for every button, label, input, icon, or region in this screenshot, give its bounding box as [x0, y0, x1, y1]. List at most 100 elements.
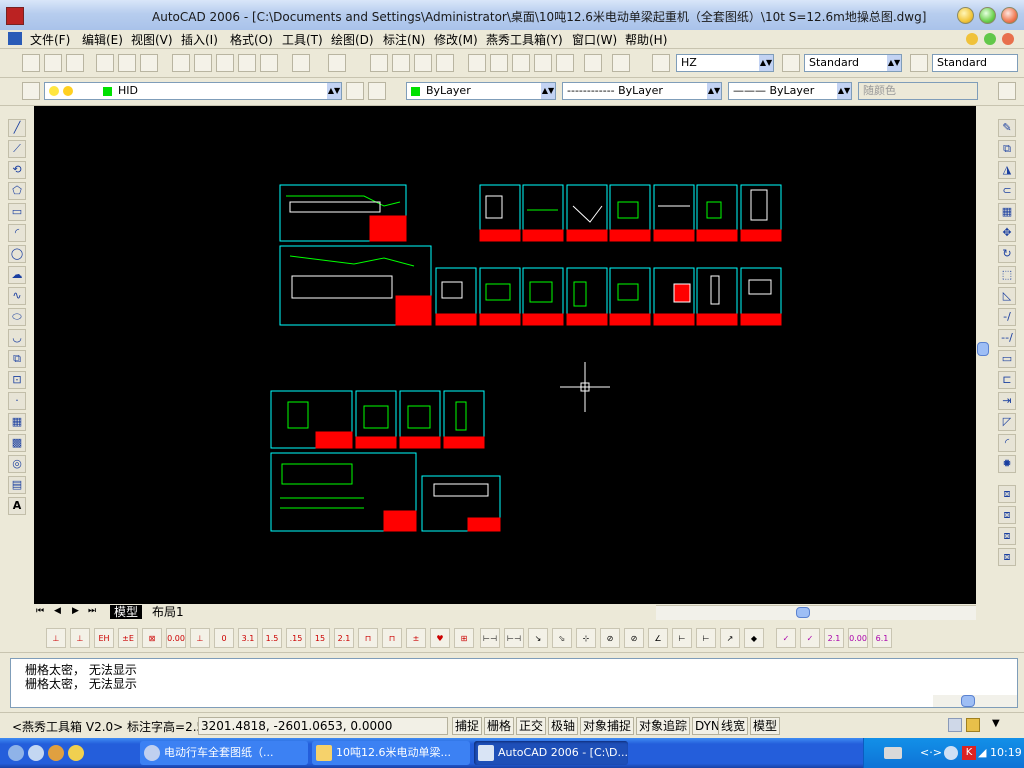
zoom-realtime-icon[interactable]: [392, 54, 410, 72]
construction-line-icon[interactable]: ⟋: [8, 140, 26, 158]
multiline-text-icon[interactable]: A: [8, 497, 26, 515]
scale-icon[interactable]: ⬚: [998, 266, 1016, 284]
horizontal-scroll-thumb[interactable]: [796, 607, 810, 618]
dim-leader-icon[interactable]: ↗: [720, 628, 740, 648]
dim-tool-icon[interactable]: ⊓: [382, 628, 402, 648]
dim-ordinate-icon[interactable]: ⬂: [552, 628, 572, 648]
dim-edit-icon[interactable]: ✓: [800, 628, 820, 648]
taskbar-item-drawings[interactable]: 电动行车全套图纸（...: [140, 741, 308, 765]
table-icon[interactable]: ▤: [8, 476, 26, 494]
status-menu-icon[interactable]: ▼: [992, 718, 1000, 729]
erase-icon[interactable]: ✎: [998, 119, 1016, 137]
toggle-grid[interactable]: 栅格: [484, 717, 515, 735]
dim-tool-icon[interactable]: ⊓: [358, 628, 378, 648]
offset-icon[interactable]: ⊂: [998, 182, 1016, 200]
layer-select[interactable]: HID ▲▼: [44, 82, 342, 100]
dim-tool-icon[interactable]: ⊥: [46, 628, 66, 648]
dim-tool-icon[interactable]: .15: [286, 628, 306, 648]
drawing-canvas[interactable]: [34, 106, 976, 604]
menu-dimension[interactable]: 标注(N): [383, 31, 425, 48]
doc-icon[interactable]: [8, 32, 22, 45]
dim-edit-icon[interactable]: 6.1: [872, 628, 892, 648]
break-at-point-icon[interactable]: ▭: [998, 350, 1016, 368]
doc-minimize-button[interactable]: [966, 33, 978, 45]
dim-tool-icon[interactable]: ±E: [118, 628, 138, 648]
hatch-icon[interactable]: ▦: [8, 413, 26, 431]
revision-cloud-icon[interactable]: ☁: [8, 266, 26, 284]
first-tab-button[interactable]: ⏮: [36, 606, 44, 616]
stretch-icon[interactable]: ◺: [998, 287, 1016, 305]
menu-help[interactable]: 帮助(H): [625, 31, 667, 48]
table-style-select[interactable]: Standard: [932, 54, 1018, 72]
tool-palettes-icon[interactable]: [512, 54, 530, 72]
send-under-icon[interactable]: ⧈: [998, 548, 1016, 566]
array-icon[interactable]: ▦: [998, 203, 1016, 221]
toggle-snap[interactable]: 捕捉: [452, 717, 483, 735]
menu-tools[interactable]: 工具(T): [282, 31, 323, 48]
publish-icon[interactable]: [140, 54, 158, 72]
dim-tool-icon[interactable]: 15: [310, 628, 330, 648]
open-icon[interactable]: [44, 54, 62, 72]
dim-tool-icon[interactable]: 0: [214, 628, 234, 648]
minimize-button[interactable]: [957, 7, 974, 24]
dim-style-icon[interactable]: [782, 54, 800, 72]
dim-diameter-icon[interactable]: ⊘: [624, 628, 644, 648]
match-properties-icon[interactable]: [238, 54, 256, 72]
table-style-icon[interactable]: [910, 54, 928, 72]
menu-modify[interactable]: 修改(M): [434, 31, 478, 48]
sheet-set-icon[interactable]: [534, 54, 552, 72]
paste-icon[interactable]: [216, 54, 234, 72]
quicklaunch-icon[interactable]: [48, 745, 64, 761]
save-icon[interactable]: [66, 54, 84, 72]
menu-window[interactable]: 窗口(W): [572, 31, 617, 48]
doc-restore-button[interactable]: [984, 33, 996, 45]
communication-icon[interactable]: [948, 718, 962, 732]
block-editor-icon[interactable]: [260, 54, 278, 72]
command-scroll-thumb[interactable]: [961, 695, 975, 707]
copy-icon[interactable]: [194, 54, 212, 72]
explode-icon[interactable]: ✹: [998, 455, 1016, 473]
dim-tool-icon[interactable]: ⊥: [70, 628, 90, 648]
horizontal-scrollbar[interactable]: [656, 605, 976, 620]
quicklaunch-icon[interactable]: [68, 745, 84, 761]
undo-icon[interactable]: [292, 54, 310, 72]
dim-tool-icon[interactable]: ±: [406, 628, 426, 648]
ellipse-icon[interactable]: ⬭: [8, 308, 26, 326]
chevron-down-icon[interactable]: ▲▼: [707, 83, 721, 99]
dim-baseline-icon[interactable]: ⊢: [672, 628, 692, 648]
dim-tool-icon[interactable]: 0.00: [166, 628, 186, 648]
markup-icon[interactable]: [556, 54, 574, 72]
menu-edit[interactable]: 编辑(E): [82, 31, 123, 48]
new-icon[interactable]: [22, 54, 40, 72]
toggle-model[interactable]: 模型: [750, 717, 781, 735]
dim-tool-icon[interactable]: EH: [94, 628, 114, 648]
polygon-icon[interactable]: ⬠: [8, 182, 26, 200]
gradient-icon[interactable]: ▩: [8, 434, 26, 452]
ellipse-arc-icon[interactable]: ◡: [8, 329, 26, 347]
dim-tool-icon[interactable]: ⊠: [142, 628, 162, 648]
dim-linear-icon[interactable]: ⊢⊣: [480, 628, 500, 648]
dim-style-select[interactable]: Standard ▲▼: [804, 54, 902, 72]
taskbar-item-folder[interactable]: 10吨12.6米电动单梁...: [312, 741, 470, 765]
pan-icon[interactable]: [370, 54, 388, 72]
dim-tool-icon[interactable]: ♥: [430, 628, 450, 648]
dim-continue-icon[interactable]: ⊢: [696, 628, 716, 648]
help-icon[interactable]: [612, 54, 630, 72]
taskbar-item-autocad[interactable]: AutoCAD 2006 - [C:\D...: [474, 741, 628, 765]
menu-format[interactable]: 格式(O): [230, 31, 273, 48]
circle-icon[interactable]: ◯: [8, 245, 26, 263]
toggle-lineweight[interactable]: 线宽: [718, 717, 749, 735]
dim-jog-icon[interactable]: ⊹: [576, 628, 596, 648]
arc-icon[interactable]: ◜: [8, 224, 26, 242]
fillet-icon[interactable]: ◜: [998, 434, 1016, 452]
menu-insert[interactable]: 插入(I): [181, 31, 218, 48]
last-tab-button[interactable]: ⏭: [88, 606, 96, 616]
dim-radius-icon[interactable]: ⊘: [600, 628, 620, 648]
chamfer-icon[interactable]: ◸: [998, 413, 1016, 431]
preview-icon[interactable]: [118, 54, 136, 72]
cut-icon[interactable]: [172, 54, 190, 72]
vertical-scrollbar[interactable]: [976, 106, 990, 604]
menu-draw[interactable]: 绘图(D): [331, 31, 374, 48]
chevron-down-icon[interactable]: ▲▼: [541, 83, 555, 99]
menu-file[interactable]: 文件(F): [30, 31, 70, 48]
